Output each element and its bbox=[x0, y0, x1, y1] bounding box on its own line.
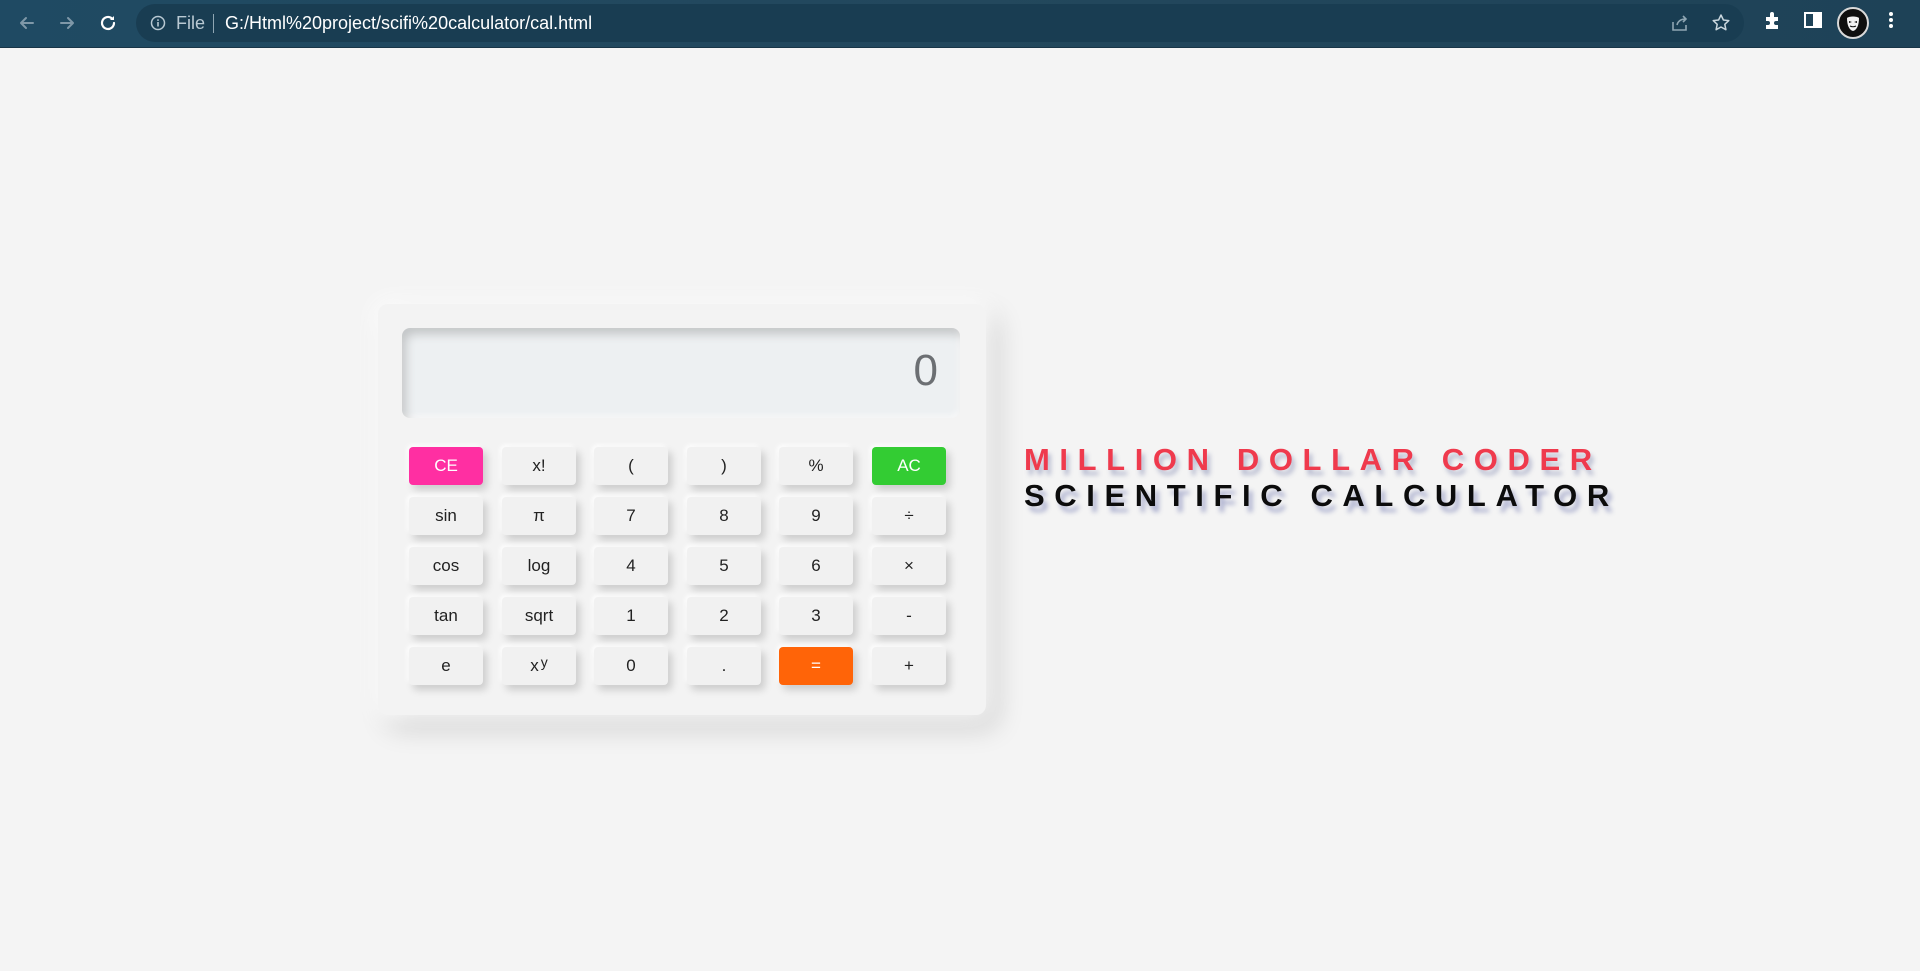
url-text[interactable]: G:/Html%20project/scifi%20calculator/cal… bbox=[225, 13, 592, 34]
extensions-icon[interactable] bbox=[1762, 9, 1784, 31]
key-label: 6 bbox=[811, 556, 821, 575]
divide-button[interactable]: ÷ bbox=[872, 497, 946, 535]
arrow-left-icon bbox=[20, 17, 34, 29]
key-label: 8 bbox=[719, 506, 729, 525]
ce-button[interactable]: CE bbox=[409, 447, 483, 485]
key-label: 2 bbox=[719, 606, 729, 625]
mask-avatar-icon bbox=[1847, 16, 1859, 31]
key-label: 5 bbox=[719, 556, 729, 575]
key-label: - bbox=[906, 606, 912, 625]
power-button[interactable]: xy bbox=[502, 647, 576, 685]
key-label: π bbox=[533, 506, 545, 525]
key-superscript: y bbox=[540, 654, 548, 670]
key-label: AC bbox=[897, 456, 921, 475]
decimal-button[interactable]: . bbox=[687, 647, 761, 685]
file-scheme-label: File bbox=[176, 13, 206, 33]
digit-2-button[interactable]: 2 bbox=[687, 597, 761, 635]
key-label: tan bbox=[434, 606, 458, 625]
key-label: ÷ bbox=[904, 506, 914, 525]
calculator-display: 0 bbox=[402, 328, 960, 418]
digit-4-button[interactable]: 4 bbox=[594, 547, 668, 585]
open-paren-button[interactable]: ( bbox=[594, 447, 668, 485]
add-button[interactable]: + bbox=[872, 647, 946, 685]
sqrt-button[interactable]: sqrt bbox=[502, 597, 576, 635]
cos-button[interactable]: cos bbox=[409, 547, 483, 585]
address-bar[interactable]: File G:/Html%20project/scifi%20calculato… bbox=[136, 4, 1744, 42]
multiply-button[interactable]: × bbox=[872, 547, 946, 585]
separator bbox=[213, 14, 214, 33]
key-label: % bbox=[808, 456, 824, 475]
euler-button[interactable]: e bbox=[409, 647, 483, 685]
kebab-menu-icon[interactable] bbox=[1884, 9, 1898, 31]
key-label: ( bbox=[628, 456, 634, 475]
key-label: × bbox=[904, 556, 914, 575]
key-label: 7 bbox=[626, 506, 636, 525]
ac-button[interactable]: AC bbox=[872, 447, 946, 485]
key-label: 9 bbox=[811, 506, 821, 525]
pi-button[interactable]: π bbox=[502, 497, 576, 535]
key-label: CE bbox=[434, 456, 458, 475]
key-label: log bbox=[527, 556, 551, 575]
digit-0-button[interactable]: 0 bbox=[594, 647, 668, 685]
factorial-button[interactable]: x! bbox=[502, 447, 576, 485]
sin-button[interactable]: sin bbox=[409, 497, 483, 535]
percent-button[interactable]: % bbox=[779, 447, 853, 485]
headline-subtitle: SCIENTIFIC CALCULATOR bbox=[1024, 478, 1619, 513]
key-label: ) bbox=[721, 456, 727, 475]
tan-button[interactable]: tan bbox=[409, 597, 483, 635]
key-label: sqrt bbox=[524, 606, 554, 625]
headline: MILLION DOLLAR CODER SCIENTIFIC CALCULAT… bbox=[1024, 442, 1619, 514]
key-label: x! bbox=[532, 456, 546, 475]
equals-button[interactable]: = bbox=[779, 647, 853, 685]
subtract-button[interactable]: - bbox=[872, 597, 946, 635]
key-label: sin bbox=[435, 506, 457, 525]
back-button[interactable] bbox=[12, 8, 42, 38]
browser-toolbar: File G:/Html%20project/scifi%20calculato… bbox=[0, 0, 1920, 48]
digit-8-button[interactable]: 8 bbox=[687, 497, 761, 535]
profile-avatar[interactable] bbox=[1837, 7, 1869, 39]
star-icon[interactable] bbox=[1711, 13, 1731, 33]
key-label: 4 bbox=[626, 556, 636, 575]
key-label: e bbox=[441, 656, 451, 675]
forward-button[interactable] bbox=[52, 8, 82, 38]
key-label: 1 bbox=[626, 606, 636, 625]
display-value: 0 bbox=[913, 346, 938, 395]
close-paren-button[interactable]: ) bbox=[687, 447, 761, 485]
info-icon[interactable] bbox=[150, 15, 166, 31]
key-label: cos bbox=[432, 556, 460, 575]
headline-title: MILLION DOLLAR CODER bbox=[1024, 442, 1602, 477]
key-label: x bbox=[530, 656, 539, 675]
key-label: 0 bbox=[626, 656, 636, 675]
arrow-right-icon bbox=[60, 17, 74, 29]
reload-button[interactable] bbox=[93, 8, 123, 38]
digit-3-button[interactable]: 3 bbox=[779, 597, 853, 635]
reload-icon bbox=[100, 15, 116, 31]
key-label: + bbox=[904, 656, 914, 675]
calculator: 0 CE x! ()% AC sin π 7 8 9 ÷ cos log 4 5 6 × tan sqrt 1 2 3 -… bbox=[378, 304, 986, 715]
log-button[interactable]: log bbox=[502, 547, 576, 585]
share-icon[interactable] bbox=[1670, 13, 1690, 33]
side-panel-icon[interactable] bbox=[1802, 9, 1824, 31]
digit-6-button[interactable]: 6 bbox=[779, 547, 853, 585]
digit-9-button[interactable]: 9 bbox=[779, 497, 853, 535]
key-label: = bbox=[811, 656, 821, 675]
digit-7-button[interactable]: 7 bbox=[594, 497, 668, 535]
digit-1-button[interactable]: 1 bbox=[594, 597, 668, 635]
digit-5-button[interactable]: 5 bbox=[687, 547, 761, 585]
key-label: 3 bbox=[811, 606, 821, 625]
key-label: . bbox=[721, 656, 727, 675]
